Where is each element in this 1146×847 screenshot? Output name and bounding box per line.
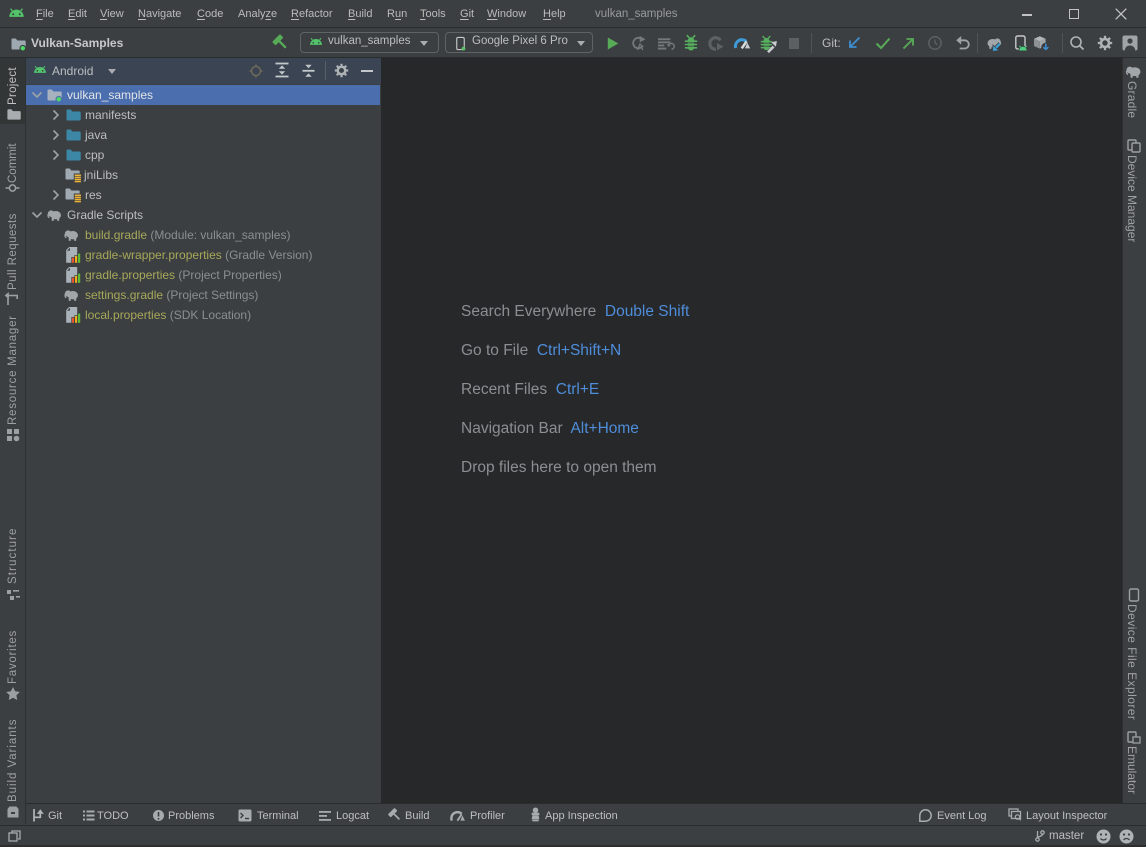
svg-text:A: A xyxy=(637,42,644,53)
